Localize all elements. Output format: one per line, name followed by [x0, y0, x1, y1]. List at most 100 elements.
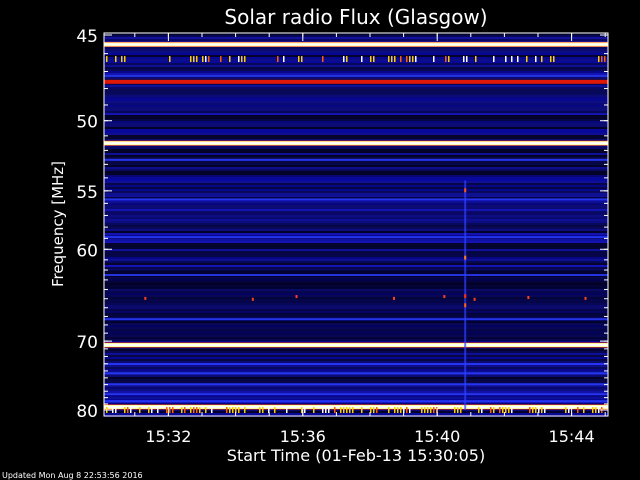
- channel-row: [104, 103, 608, 105]
- footer-updated: Updated Mon Aug 8 22:53:56 2016: [2, 471, 143, 480]
- channel-row: [104, 123, 608, 125]
- channel-row: [104, 109, 608, 111]
- channel-row: [104, 211, 608, 213]
- rfi-spike: [121, 56, 123, 63]
- channel-row: [104, 167, 608, 169]
- channel-row: [104, 413, 608, 415]
- channel-row: [104, 129, 608, 131]
- rfi-spike: [313, 407, 315, 413]
- rfi-spike: [328, 407, 330, 413]
- channel-row: [104, 49, 608, 51]
- rfi-spike: [424, 407, 426, 413]
- channel-row: [104, 125, 608, 127]
- channel-row: [104, 99, 608, 101]
- channel-row: [104, 137, 608, 139]
- channel-row: [104, 157, 608, 159]
- channel-row: [104, 165, 608, 167]
- rfi-spike: [211, 407, 213, 413]
- rfi-spike: [475, 56, 477, 63]
- channel-row: [104, 229, 608, 231]
- rfi-spike: [112, 407, 114, 413]
- burst-hotspot: [464, 303, 467, 308]
- rfi-spike: [301, 56, 303, 63]
- y-tick-label: 55: [76, 183, 98, 203]
- x-axis-label: Start Time (01-Feb-13 15:30:05): [227, 446, 485, 465]
- channel-row: [104, 101, 608, 103]
- channel-row: [104, 257, 608, 259]
- rfi-spike: [298, 56, 300, 63]
- channel-row: [104, 207, 608, 209]
- channel-row: [104, 59, 608, 61]
- rfi-spike: [502, 407, 504, 413]
- channel-row: [104, 195, 608, 197]
- rfi-spike: [244, 407, 246, 413]
- channel-row: [104, 255, 608, 257]
- channel-row: [104, 209, 608, 211]
- channel-row: [104, 133, 608, 135]
- interference-band: [104, 43, 608, 46]
- channel-row: [104, 171, 608, 173]
- rfi-spike: [262, 407, 264, 413]
- blue-emission-line: [104, 393, 608, 396]
- rfi-spike: [361, 56, 363, 63]
- rfi-spike: [463, 56, 465, 63]
- rfi-spike: [199, 407, 201, 413]
- hot-pixel: [527, 295, 530, 299]
- rfi-spike: [409, 56, 411, 63]
- rfi-spike: [274, 407, 276, 413]
- channel-row: [104, 177, 608, 179]
- channel-row: [104, 391, 608, 393]
- channel-row: [104, 113, 608, 115]
- rfi-spike: [397, 407, 399, 413]
- channel-row: [104, 265, 608, 267]
- rfi-spike: [196, 407, 198, 413]
- hot-pixel: [584, 296, 587, 300]
- rfi-spike: [553, 56, 555, 63]
- rfi-spike: [517, 56, 519, 63]
- rfi-spike: [196, 56, 198, 63]
- rfi-spike: [157, 407, 159, 413]
- rfi-spike: [229, 56, 231, 63]
- rfi-spike: [457, 407, 459, 413]
- rfi-spike: [352, 407, 354, 413]
- rfi-spike: [190, 56, 192, 63]
- rfi-spike: [544, 407, 546, 413]
- channel-row: [104, 127, 608, 129]
- channel-row: [104, 259, 608, 261]
- rfi-spike: [493, 407, 495, 413]
- rfi-spike: [373, 407, 375, 413]
- channel-row: [104, 93, 608, 95]
- rfi-spike: [499, 407, 501, 413]
- rfi-spike: [226, 407, 228, 413]
- rfi-spike: [577, 407, 579, 413]
- rfi-spike: [169, 407, 171, 413]
- channel-row: [104, 221, 608, 223]
- channel-row: [104, 233, 608, 235]
- rfi-spike: [127, 407, 129, 413]
- channel-row: [104, 245, 608, 247]
- channel-row: [104, 223, 608, 225]
- y-tick-label: 80: [76, 402, 98, 422]
- channel-row: [104, 357, 608, 359]
- rfi-spike: [346, 56, 348, 63]
- channel-row: [104, 379, 608, 381]
- burst-hotspot: [464, 294, 467, 299]
- rfi-spike: [244, 56, 246, 63]
- channel-row: [104, 57, 608, 59]
- channel-row: [104, 215, 608, 217]
- rfi-spike: [151, 407, 153, 413]
- rfi-spike: [208, 56, 210, 63]
- channel-row: [104, 61, 608, 63]
- channel-row: [104, 35, 608, 37]
- channel-row: [104, 73, 608, 75]
- channel-row: [104, 65, 608, 67]
- channel-row: [104, 89, 608, 91]
- channel-row: [104, 251, 608, 253]
- rfi-spike: [343, 407, 345, 413]
- chart-title: Solar radio Flux (Glasgow): [224, 5, 487, 29]
- channel-row: [104, 55, 608, 57]
- rfi-spike: [604, 56, 606, 63]
- rfi-spike: [433, 407, 435, 413]
- x-tick-label: 15:44: [549, 427, 595, 446]
- rfi-spike: [205, 56, 207, 63]
